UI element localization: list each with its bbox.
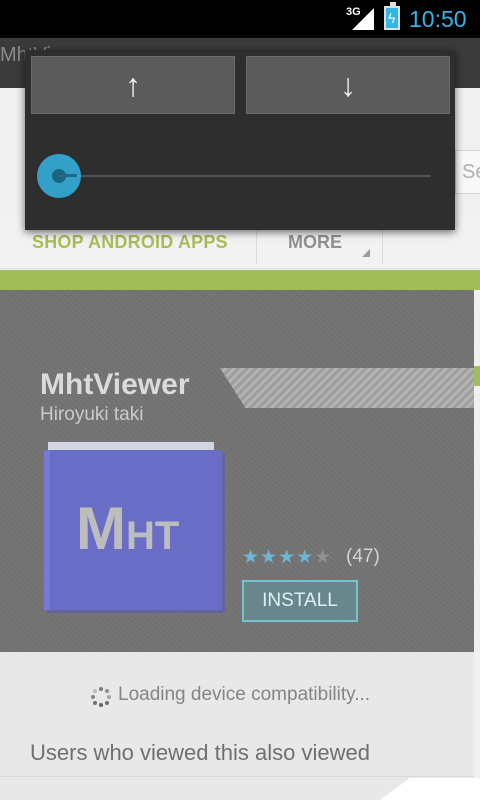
volume-up-button[interactable]: ↑: [31, 56, 235, 114]
slider-thumb-marker: [61, 174, 77, 177]
signal-icon: [352, 8, 374, 30]
status-bar: 3G ϟ 10:50: [0, 0, 480, 38]
volume-slider-thumb[interactable]: [37, 154, 81, 198]
clock: 10:50: [409, 6, 467, 32]
battery-icon: ϟ: [384, 2, 400, 30]
volume-slider-track[interactable]: [59, 175, 431, 177]
volume-down-button[interactable]: ↓: [246, 56, 450, 114]
volume-panel: ↑ ↓: [25, 50, 455, 230]
charging-icon: ϟ: [388, 10, 396, 26]
